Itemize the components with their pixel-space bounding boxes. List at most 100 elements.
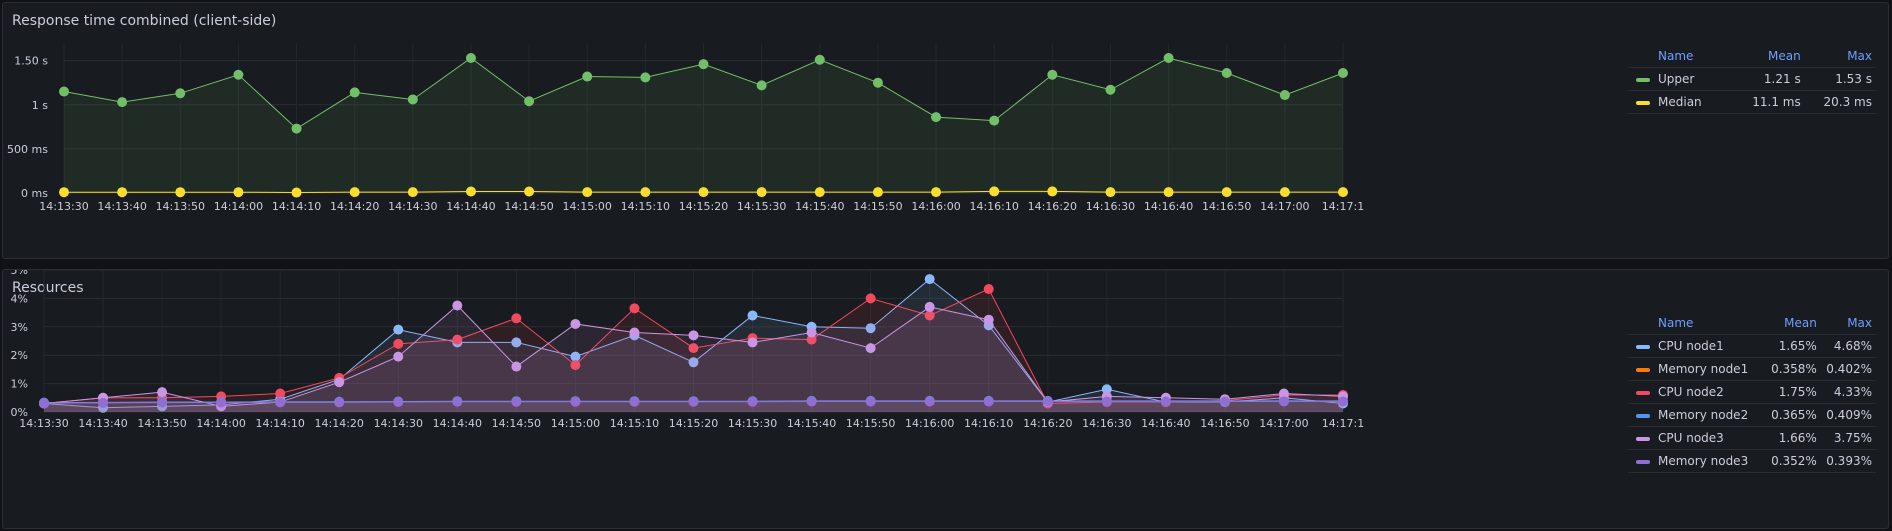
series-color-swatch <box>1636 77 1650 82</box>
data-point <box>865 396 876 407</box>
x-tick-label: 14:15:00 <box>551 417 600 430</box>
legend-mean-value: 0.352% <box>1765 449 1821 473</box>
x-tick-label: 14:16:50 <box>1202 200 1251 213</box>
legend-row-upper[interactable]: Upper 1.21 s 1.53 s <box>1628 67 1876 91</box>
legend-mean-value: 1.65% <box>1765 334 1821 358</box>
data-point <box>1047 69 1058 80</box>
data-point <box>465 186 476 197</box>
data-point <box>393 324 404 335</box>
data-point <box>582 71 593 82</box>
legend-header-name[interactable]: Name <box>1628 312 1766 335</box>
data-point <box>688 330 699 341</box>
x-tick-label: 14:16:40 <box>1144 200 1193 213</box>
y-tick-label: 500 ms <box>7 143 48 156</box>
data-point <box>629 327 640 338</box>
x-tick-label: 14:14:50 <box>492 417 541 430</box>
data-point <box>407 187 418 198</box>
x-tick-label: 14:16:00 <box>911 200 960 213</box>
response-time-chart[interactable]: 0 ms 500 ms 1 s 1.50 s 14:13:30 14:13:40 14:13… <box>3 3 1643 260</box>
data-point <box>924 274 935 285</box>
data-point <box>59 187 69 198</box>
data-point <box>393 351 404 362</box>
data-point <box>570 318 581 329</box>
x-tick-label: 14:17:00 <box>1260 200 1309 213</box>
legend-header-max[interactable]: Max <box>1820 312 1876 335</box>
legend-header-max[interactable]: Max <box>1804 45 1876 68</box>
data-point <box>747 337 758 348</box>
series-color-swatch <box>1636 436 1650 441</box>
legend-series-name: Memory node3 <box>1658 454 1749 468</box>
data-point <box>349 187 360 198</box>
legend-row-cpu-node1[interactable]: CPU node1 1.65% 4.68% <box>1628 334 1876 358</box>
x-tick-label: 14:14:20 <box>315 417 364 430</box>
legend-max-value: 0.409% <box>1820 403 1876 427</box>
data-point <box>872 77 883 88</box>
legend-mean-value: 1.66% <box>1765 426 1821 450</box>
data-point <box>157 387 168 398</box>
data-point <box>1101 396 1112 407</box>
legend-series-name: Memory node1 <box>1658 362 1749 376</box>
x-tick-label: 14:14:40 <box>446 200 495 213</box>
data-point <box>1338 396 1348 407</box>
x-tick-label: 14:14:50 <box>504 200 553 213</box>
x-tick-label: 14:13:50 <box>156 200 205 213</box>
resources-legend: Name Mean Max CPU node1 1.65% 4.68% Memo… <box>1628 312 1876 473</box>
x-tick-label: 14:15:10 <box>621 200 670 213</box>
data-point <box>117 97 128 108</box>
x-tick-label: 14:14:10 <box>272 200 321 213</box>
x-tick-label: 14:15:50 <box>853 200 902 213</box>
data-point <box>216 397 227 408</box>
x-tick-label: 14:15:00 <box>563 200 612 213</box>
series-color-swatch <box>1636 367 1650 372</box>
data-point <box>629 396 640 407</box>
data-point <box>524 186 535 197</box>
x-tick-label: 14:15:20 <box>679 200 728 213</box>
resources-chart[interactable]: 0%1%2%3%4%5%14:13:30 14:13:40 14:13:50 14:1… <box>3 270 1643 530</box>
x-tick-label: 14:17:1 <box>1322 417 1364 430</box>
legend-header-mean[interactable]: Mean <box>1733 45 1805 68</box>
legend-row-memory-node2[interactable]: Memory node2 0.365% 0.409% <box>1628 403 1876 427</box>
legend-max-value: 0.402% <box>1820 357 1876 381</box>
data-point <box>806 396 817 407</box>
data-point <box>452 396 463 407</box>
data-point <box>175 187 186 198</box>
data-point <box>1338 68 1348 78</box>
x-tick-label: 14:13:40 <box>97 200 146 213</box>
legend-row-memory-node3[interactable]: Memory node3 0.352% 0.393% <box>1628 449 1876 473</box>
legend-row-memory-node1[interactable]: Memory node1 0.358% 0.402% <box>1628 357 1876 381</box>
legend-row-cpu-node2[interactable]: CPU node2 1.75% 4.33% <box>1628 380 1876 404</box>
legend-row-cpu-node3[interactable]: CPU node3 1.66% 3.75% <box>1628 426 1876 450</box>
legend-header-mean[interactable]: Mean <box>1765 312 1821 335</box>
data-point <box>1047 186 1058 197</box>
data-point <box>1219 396 1230 407</box>
legend-row-median[interactable]: Median 11.1 ms 20.3 ms <box>1628 90 1876 114</box>
data-point <box>570 396 581 407</box>
series-color-swatch <box>1636 390 1650 395</box>
data-point <box>747 396 758 407</box>
x-tick-label: 14:16:10 <box>969 200 1018 213</box>
x-tick-label: 14:14:40 <box>433 417 482 430</box>
x-tick-label: 14:16:30 <box>1086 200 1135 213</box>
data-point <box>983 284 994 295</box>
legend-max-value: 20.3 ms <box>1804 90 1876 114</box>
data-point <box>924 301 935 312</box>
x-tick-label: 14:17:1 <box>1322 200 1364 213</box>
legend-header-name[interactable]: Name <box>1628 45 1734 68</box>
data-point <box>233 187 244 198</box>
data-point <box>756 80 767 91</box>
legend-max-value: 0.393% <box>1820 449 1876 473</box>
data-point <box>511 313 522 324</box>
x-tick-label: 14:15:30 <box>737 200 786 213</box>
data-point <box>865 343 876 354</box>
data-point <box>983 314 994 325</box>
data-point <box>1279 90 1290 101</box>
x-tick-label: 14:13:30 <box>39 200 88 213</box>
data-point <box>291 123 302 134</box>
x-tick-label: 14:16:20 <box>1028 200 1077 213</box>
series-upper <box>59 53 1348 193</box>
data-point <box>175 88 186 99</box>
data-point <box>1338 187 1348 198</box>
legend-series-name: Upper <box>1658 72 1695 86</box>
legend-mean-value: 0.365% <box>1765 403 1821 427</box>
y-tick-label: 2% <box>11 349 28 362</box>
